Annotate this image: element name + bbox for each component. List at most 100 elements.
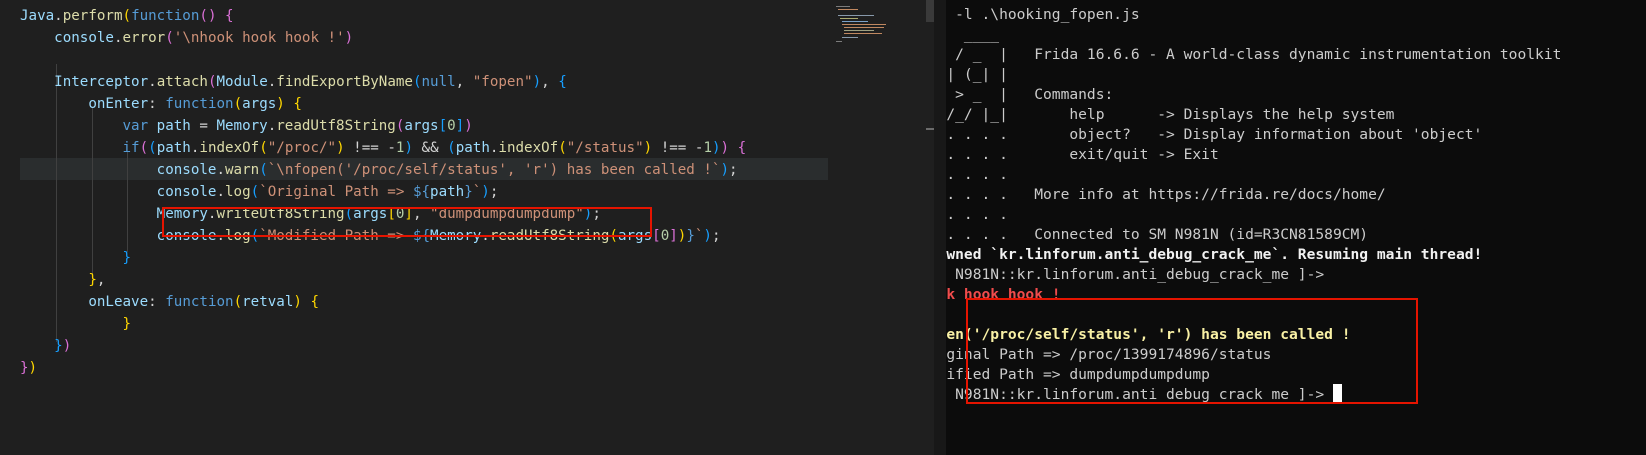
code-token: { — [225, 8, 234, 24]
code-token: ; — [711, 228, 721, 244]
code-token: } — [686, 228, 695, 244]
code-token: ) — [28, 360, 38, 376]
code-token: ] — [455, 118, 465, 134]
code-token: { — [293, 96, 302, 112]
code-line[interactable]: } — [20, 313, 132, 335]
code-token: [ — [652, 228, 661, 244]
terminal-line: . . . . — [946, 206, 1008, 223]
code-token: function — [131, 8, 200, 24]
code-token: onEnter — [88, 96, 149, 112]
code-line[interactable]: console.error('\nhook hook hook !') — [20, 27, 353, 49]
terminal-line: > _ | Commands: — [955, 86, 1114, 103]
code-token: ) — [276, 96, 294, 112]
code-token: perform — [62, 8, 123, 24]
minimap[interactable] — [836, 4, 900, 44]
code-token: "/status" — [566, 140, 644, 156]
code-token: null — [421, 74, 456, 90]
code-token: , — [455, 74, 473, 90]
code-token: ( — [122, 8, 132, 24]
code-token: ( — [558, 140, 567, 156]
code-token: var — [122, 118, 149, 134]
code-token: onLeave — [88, 294, 149, 310]
terminal-line: [SM N981N::kr.linforum.anti_debug_crack_… — [946, 266, 1325, 283]
code-line[interactable]: console.warn(`\nfopen('/proc/self/status… — [20, 159, 738, 181]
code-token: 1 — [703, 140, 712, 156]
code-line[interactable]: }) — [20, 335, 71, 357]
code-token: indexOf — [199, 140, 260, 156]
editor-scrollbar-thumb[interactable] — [926, 0, 934, 22]
code-token: ) — [404, 140, 413, 156]
code-token: ) — [62, 338, 72, 354]
code-token: !== - — [652, 140, 704, 156]
code-token: path — [430, 184, 465, 200]
code-token: args — [404, 118, 439, 134]
code-token: path — [156, 140, 191, 156]
code-token: . — [216, 184, 226, 200]
code-token: ) — [336, 140, 345, 156]
code-token: ( — [233, 96, 243, 112]
code-line[interactable]: }, — [20, 269, 105, 291]
code-token: () — [199, 8, 226, 24]
code-token: path — [455, 140, 490, 156]
code-token: ; — [729, 162, 738, 178]
code-token: ) — [464, 118, 473, 134]
code-token: console — [54, 30, 114, 46]
code-token: , — [541, 74, 559, 90]
code-token: ) — [293, 294, 311, 310]
code-token: } — [122, 250, 132, 266]
code-token: . — [113, 30, 123, 46]
code-token: [ — [438, 118, 448, 134]
terminal-line: . . . . exit/quit -> Exit — [946, 146, 1219, 163]
code-line[interactable]: onEnter: function(args) { — [20, 93, 302, 115]
code-line[interactable]: var path = Memory.readUtf8String(args[0]… — [20, 115, 473, 137]
code-token: . — [267, 74, 277, 90]
code-token: ) — [720, 140, 738, 156]
code-line[interactable]: console.log(`Original Path => ${path}`); — [20, 181, 499, 203]
code-token: path — [156, 118, 191, 134]
code-token: ) — [703, 228, 712, 244]
code-token: indexOf — [498, 140, 559, 156]
code-token: `\nfopen('/proc/self/status', 'r') has b… — [267, 162, 721, 178]
terminal-line: Spawned `kr.linforum.anti_debug_crack_me… — [946, 246, 1483, 263]
code-token: : — [148, 96, 166, 112]
terminal-line: . . . . More info at https://frida.re/do… — [946, 186, 1386, 203]
code-token: . — [267, 118, 277, 134]
code-token: Java — [20, 8, 55, 24]
code-token: ) — [711, 140, 721, 156]
code-line[interactable]: } — [20, 247, 132, 269]
code-token: Memory — [216, 118, 268, 134]
code-token: console — [156, 184, 217, 200]
code-token: { — [558, 74, 567, 90]
code-token: `Original Path => — [259, 184, 413, 200]
code-token: ) — [481, 184, 490, 200]
code-line[interactable]: Interceptor.attach(Module.findExportByNa… — [20, 71, 567, 93]
code-token: error — [122, 30, 166, 46]
code-line[interactable]: Java.perform(function() { — [20, 5, 234, 27]
code-token: } — [54, 338, 63, 354]
code-token: !== - — [344, 140, 396, 156]
code-token: attach — [156, 74, 208, 90]
code-token: ) — [344, 30, 354, 46]
code-line[interactable]: if((path.indexOf("/proc/") !== -1) && (p… — [20, 137, 747, 159]
code-line[interactable]: }) — [20, 357, 37, 379]
code-token: ] — [669, 228, 678, 244]
code-token: function — [165, 96, 234, 112]
terminal-line: . . . . object? -> Display information a… — [946, 126, 1483, 143]
terminal-line: | (_| | — [946, 66, 1008, 83]
code-editor-pane[interactable]: Java.perform(function() { console.error(… — [0, 0, 934, 455]
pane-divider[interactable] — [934, 0, 946, 455]
code-token: warn — [225, 162, 260, 178]
code-token: Module — [216, 74, 268, 90]
code-token: ) — [643, 140, 653, 156]
code-line[interactable]: onLeave: function(retval) { — [20, 291, 319, 313]
